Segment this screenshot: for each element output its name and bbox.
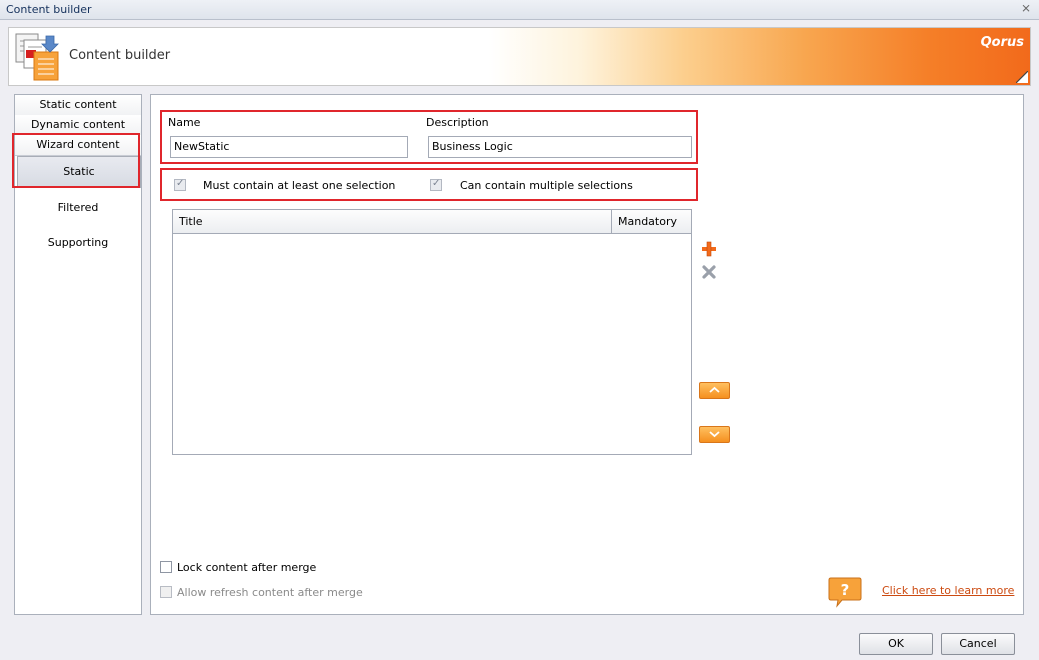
nav-item-filtered[interactable]: Filtered — [15, 201, 141, 214]
header-banner: Content builder Qorus — [8, 27, 1031, 86]
selection-grid[interactable]: Title Mandatory — [172, 209, 692, 455]
nav-item-static[interactable]: Static — [17, 156, 141, 188]
documents-icon — [15, 33, 59, 81]
allow-refresh-label: Allow refresh content after merge — [177, 586, 363, 599]
content-type-nav: Static content Dynamic content Wizard co… — [14, 94, 142, 615]
move-down-button[interactable] — [699, 426, 730, 443]
nav-header-dynamic-content[interactable]: Dynamic content — [15, 115, 141, 136]
must-contain-label: Must contain at least one selection — [203, 179, 396, 192]
column-header-mandatory[interactable]: Mandatory — [618, 215, 677, 228]
delete-icon[interactable] — [701, 264, 717, 280]
nav-header-static-content[interactable]: Static content — [15, 95, 141, 116]
description-input[interactable]: Business Logic — [428, 136, 692, 158]
multiple-selections-label: Can contain multiple selections — [460, 179, 633, 192]
nav-item-supporting[interactable]: Supporting — [15, 236, 141, 249]
ok-button[interactable]: OK — [859, 633, 933, 655]
close-icon[interactable]: ⨯ — [1019, 1, 1033, 16]
cancel-button[interactable]: Cancel — [941, 633, 1015, 655]
corner-fold-icon — [1016, 71, 1028, 83]
chevron-down-icon — [709, 431, 720, 438]
column-header-title[interactable]: Title — [179, 215, 203, 228]
chevron-up-icon — [709, 386, 720, 393]
lock-content-label: Lock content after merge — [177, 561, 317, 574]
nav-header-wizard-content[interactable]: Wizard content — [15, 135, 141, 156]
grid-header: Title Mandatory — [173, 210, 691, 234]
window-title: Content builder — [6, 3, 92, 16]
qorus-logo: Qorus — [980, 35, 1024, 50]
add-icon[interactable] — [701, 241, 717, 257]
svg-text:?: ? — [841, 581, 850, 599]
help-icon[interactable]: ? — [828, 576, 862, 608]
move-up-button[interactable] — [699, 382, 730, 399]
banner-title: Content builder — [69, 48, 171, 63]
lock-content-checkbox[interactable] — [160, 561, 172, 573]
main-panel: Name NewStatic Description Business Logi… — [150, 94, 1024, 615]
must-contain-checkbox[interactable] — [174, 178, 186, 191]
allow-refresh-checkbox — [160, 586, 172, 598]
learn-more-link[interactable]: Click here to learn more — [882, 584, 1014, 597]
multiple-selections-checkbox[interactable] — [430, 178, 442, 191]
window-title-bar: Content builder ⨯ — [0, 0, 1039, 20]
description-label: Description — [426, 116, 489, 129]
name-label: Name — [168, 116, 201, 129]
name-input[interactable]: NewStatic — [170, 136, 408, 158]
